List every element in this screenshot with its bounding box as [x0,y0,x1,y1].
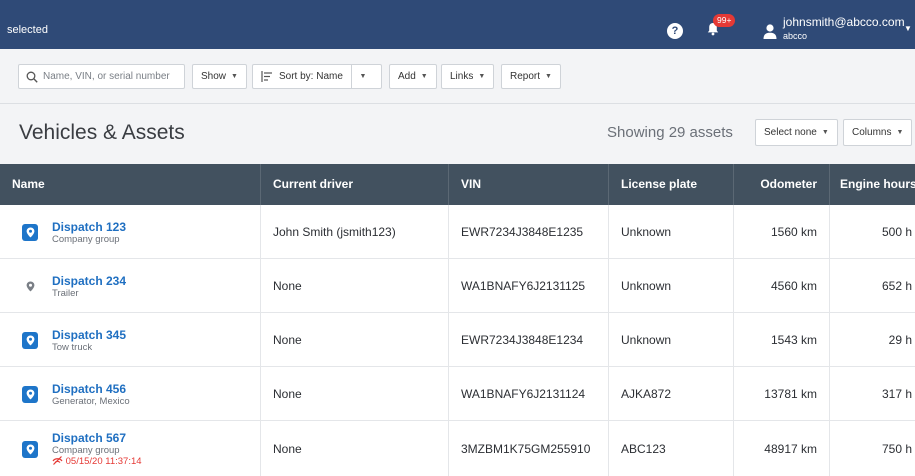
chevron-down-icon: ▼ [896,129,904,136]
chevron-down-icon: ▼ [545,73,552,80]
location-pin-icon [22,223,38,241]
links-dropdown[interactable]: Links ▼ [441,64,495,89]
links-label: Links [450,71,474,82]
table-header: Name Current driver VIN License plate Od… [0,164,915,205]
user-icon[interactable] [762,23,778,39]
columns-label: Columns [852,127,892,138]
sort-icon [261,71,272,82]
location-pin-icon [22,440,38,458]
column-header-vin[interactable]: VIN [449,164,609,205]
table-row[interactable]: Dispatch 456 Generator, Mexico None WA1B… [0,367,915,421]
license-plate-cell: ABC123 [609,421,734,476]
last-communication-alert: 05/15/20 11:37:14 [52,456,142,468]
license-plate-cell: AJKA872 [609,367,734,421]
odometer-cell: 4560 km [734,259,830,313]
report-dropdown[interactable]: Report ▼ [501,64,561,89]
name-cell: Dispatch 456 Generator, Mexico [0,367,261,421]
engine-hours-cell: 317 h [881,387,912,401]
show-dropdown[interactable]: Show ▼ [192,64,247,89]
sort-control[interactable]: Sort by: Name ▼ [252,64,382,89]
asset-count: Showing 29 assets [607,124,733,141]
chevron-down-icon: ▼ [420,73,428,80]
select-none-label: Select none [764,127,817,138]
help-icon[interactable]: ? [667,23,683,39]
engine-hours-cell: 29 h [888,333,912,347]
name-cell: Dispatch 567 Company group 05/15/20 11:3… [0,421,261,476]
column-header-current-driver[interactable]: Current driver [261,164,449,205]
name-cell: Dispatch 123 Company group [0,205,261,259]
asset-name-link[interactable]: Dispatch 345 [52,328,126,342]
table-row[interactable]: Dispatch 123 Company group John Smith (j… [0,205,915,259]
license-plate-cell: Unknown [609,259,734,313]
driver-cell: John Smith (jsmith123) [261,205,449,259]
vin-cell: EWR7234J3848E1235 [449,205,609,259]
page-title: Vehicles & Assets [19,121,185,144]
selected-label: selected [7,24,48,36]
alert-timestamp: 05/15/20 11:37:14 [65,455,142,467]
vin-cell: 3MZBM1K75GM255910 [449,421,609,476]
chevron-down-icon: ▼ [231,73,238,80]
search-icon [26,71,38,83]
odometer-cell: 1543 km [734,313,830,367]
odometer-cell: 48917 km [734,421,830,476]
asset-name-link[interactable]: Dispatch 456 [52,382,130,396]
asset-name-link[interactable]: Dispatch 234 [52,274,126,288]
driver-cell: None [261,259,449,313]
column-header-odometer[interactable]: Odometer [734,164,830,205]
asset-name-link[interactable]: Dispatch 123 [52,220,126,234]
location-pin-icon [22,385,38,403]
search-input[interactable] [43,71,173,82]
table-body: Dispatch 123 Company group John Smith (j… [0,205,915,476]
user-menu-chevron-down-icon[interactable]: ▼ [904,24,912,33]
asset-group: Company group [52,444,120,456]
asset-group: Tow truck [52,341,93,353]
asset-name-link[interactable]: Dispatch 567 [52,431,142,445]
vin-cell: WA1BNAFY6J2131125 [449,259,609,313]
search-box[interactable] [18,64,185,89]
sort-label: Sort by: Name [279,71,343,82]
odometer-cell: 1560 km [734,205,830,259]
name-cell: Dispatch 345 Tow truck [0,313,261,367]
asset-group: Company group [52,233,120,245]
table-row[interactable]: Dispatch 345 Tow truck None EWR7234J3848… [0,313,915,367]
show-label: Show [201,71,227,82]
column-header-name[interactable]: Name [0,164,261,205]
vin-cell: EWR7234J3848E1234 [449,313,609,367]
column-header-license-plate[interactable]: License plate [609,164,734,205]
column-header-engine-hours[interactable]: Engine hours [830,164,915,205]
chevron-down-icon: ▼ [821,129,829,136]
company-name: abcco [783,31,808,41]
asset-group: Trailer [52,287,79,299]
driver-cell: None [261,313,449,367]
report-label: Report [510,71,541,82]
trailer-pin-icon [22,278,38,295]
table-row[interactable]: Dispatch 567 Company group 05/15/20 11:3… [0,421,915,476]
sort-button[interactable]: Sort by: Name [253,65,352,88]
select-none-dropdown[interactable]: Select none ▼ [755,119,838,146]
table-row[interactable]: Dispatch 234 Trailer None WA1BNAFY6J2131… [0,259,915,313]
location-pin-icon [22,331,38,349]
add-dropdown[interactable]: Add ▼ [389,64,437,89]
columns-dropdown[interactable]: Columns ▼ [843,119,913,146]
add-label: Add [398,71,416,82]
chevron-down-icon: ▼ [478,73,486,80]
top-navigation-bar: selected ? 99+ johnsmith@abcco.com abcco… [0,0,915,49]
driver-cell: None [261,367,449,421]
user-email[interactable]: johnsmith@abcco.com [783,15,905,29]
license-plate-cell: Unknown [609,313,734,367]
sort-chevron-down-icon[interactable]: ▼ [352,73,374,80]
asset-group: Generator, Mexico [52,395,130,407]
engine-hours-cell: 500 h [881,225,912,239]
vin-cell: WA1BNAFY6J2131124 [449,367,609,421]
engine-hours-cell: 750 h [881,442,912,456]
driver-cell: None [261,421,449,476]
name-cell: Dispatch 234 Trailer [0,259,261,313]
odometer-cell: 13781 km [734,367,830,421]
no-connection-icon [52,455,63,465]
notification-count-badge: 99+ [713,14,736,27]
toolbar: Show ▼ Sort by: Name ▼ Add ▼ Links ▼ Rep… [0,49,915,104]
license-plate-cell: Unknown [609,205,734,259]
engine-hours-cell: 652 h [881,279,912,293]
